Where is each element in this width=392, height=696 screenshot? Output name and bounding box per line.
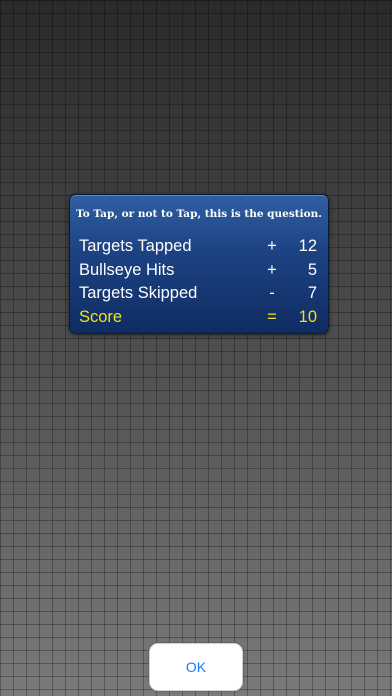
targets-skipped-value: 7 — [307, 284, 317, 302]
score-summary-panel: To Tap, or not to Tap, this is the quest… — [69, 194, 329, 334]
bullseye-hits-label: Bullseye Hits — [79, 260, 175, 279]
score-rows: Targets Tapped + 12 Bullseye Hits + 5 Ta… — [79, 235, 317, 329]
targets-skipped-operator: - — [269, 284, 275, 302]
row-targets-skipped: Targets Skipped - 7 — [79, 282, 317, 306]
panel-title: To Tap, or not to Tap, this is the quest… — [76, 208, 322, 220]
score-operator: = — [267, 307, 277, 326]
ok-button[interactable]: OK — [149, 643, 243, 691]
targets-tapped-operator: + — [267, 237, 277, 255]
score-label: Score — [79, 307, 123, 326]
bullseye-hits-value: 5 — [307, 260, 317, 279]
targets-tapped-label: Targets Tapped — [79, 237, 192, 255]
row-score: Score = 10 — [79, 306, 317, 330]
bullseye-hits-operator: + — [267, 260, 277, 279]
targets-tapped-value: 12 — [298, 237, 317, 255]
score-value: 10 — [298, 307, 317, 326]
targets-skipped-label: Targets Skipped — [79, 284, 198, 302]
row-targets-tapped: Targets Tapped + 12 — [79, 235, 317, 259]
row-bullseye-hits: Bullseye Hits + 5 — [79, 259, 317, 283]
